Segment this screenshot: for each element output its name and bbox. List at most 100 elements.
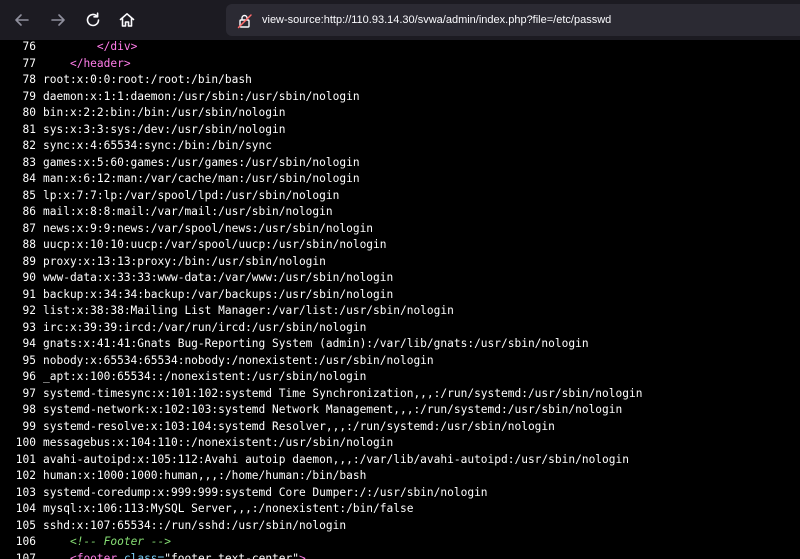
source-line: 89 proxy:x:13:13:proxy:/bin:/usr/sbin/nol… [0, 254, 800, 271]
passwd-entry: systemd-timesync:x:101:102:systemd Time … [43, 386, 643, 400]
source-line: 105 sshd:x:107:65534::/run/sshd:/usr/sbin… [0, 518, 800, 535]
passwd-entry: systemd-resolve:x:103:104:systemd Resolv… [43, 419, 555, 433]
tag-close: > [299, 551, 306, 559]
attr-value: "footer text-center" [164, 551, 299, 559]
tag-name: div [110, 40, 131, 53]
line-number: 76 [22, 40, 36, 53]
source-line: 99 systemd-resolve:x:103:104:systemd Reso… [0, 419, 800, 436]
tag-open: </ [69, 56, 84, 70]
line-number: 79 [22, 89, 36, 103]
source-line: 90 www-data:x:33:33:www-data:/var/www:/us… [0, 270, 800, 287]
forward-button[interactable] [44, 6, 72, 34]
line-number: 107 [15, 551, 36, 559]
source-line: 80 bin:x:2:2:bin:/bin:/usr/sbin/nologin [0, 105, 800, 122]
line-number: 99 [22, 419, 36, 433]
line-number: 96 [22, 370, 36, 383]
home-icon [119, 13, 135, 27]
passwd-entry: messagebus:x:104:110::/nonexistent:/usr/… [43, 436, 394, 449]
line-number: 98 [22, 403, 36, 416]
back-button[interactable] [8, 6, 36, 34]
passwd-entry: gnats:x:41:41:Gnats Bug-Reporting System… [43, 337, 589, 350]
passwd-entry: lp:x:7:7:lp:/var/spool/lpd:/usr/sbin/nol… [43, 188, 340, 202]
line-number: 77 [22, 56, 36, 70]
passwd-entry: proxy:x:13:13:proxy:/bin:/usr/sbin/nolog… [43, 254, 326, 268]
view-source-content: 76 </div> 77 </header> 78 root:x:0:0:root:/… [0, 40, 800, 559]
source-line: 76 </div> [0, 40, 800, 56]
browser-toolbar: view-source:http://110.93.14.30/svwa/adm… [0, 0, 800, 40]
arrow-left-icon [15, 14, 29, 26]
line-number: 92 [22, 304, 36, 317]
html-comment: <!-- Footer --> [69, 535, 171, 548]
source-line: 100 messagebus:x:104:110::/nonexistent:/u… [0, 435, 800, 452]
tag-name: footer [76, 551, 118, 559]
source-line: 92 list:x:38:38:Mailing List Manager:/var… [0, 303, 800, 320]
line-number: 85 [22, 188, 36, 202]
url-bar[interactable]: view-source:http://110.93.14.30/svwa/adm… [226, 4, 800, 36]
passwd-entry: man:x:6:12:man:/var/cache/man:/usr/sbin/… [43, 172, 360, 185]
passwd-entry: news:x:9:9:news:/var/spool/news:/usr/sbi… [43, 221, 374, 235]
line-number: 105 [15, 518, 36, 532]
reload-button[interactable] [79, 6, 107, 34]
passwd-entry: bin:x:2:2:bin:/bin:/usr/sbin/nologin [43, 106, 286, 119]
line-number: 88 [22, 238, 36, 251]
source-line: 86 mail:x:8:8:mail:/var/mail:/usr/sbin/no… [0, 204, 800, 221]
line-number: 103 [15, 485, 36, 499]
line-number: 100 [15, 436, 36, 449]
passwd-entry: nobody:x:65534:65534:nobody:/nonexistent… [43, 353, 434, 367]
source-line: 98 systemd-network:x:102:103:systemd Netw… [0, 402, 800, 419]
tag-open: </ [96, 40, 111, 53]
passwd-entry: human:x:1000:1000:human,,,:/home/human:/… [43, 469, 367, 482]
tag-close: > [123, 56, 131, 70]
passwd-entry: games:x:5:60:games:/usr/games:/usr/sbin/… [43, 155, 360, 169]
passwd-entry: mail:x:8:8:mail:/var/mail:/usr/sbin/nolo… [43, 205, 333, 218]
line-number: 104 [15, 502, 36, 515]
source-line: 83 games:x:5:60:games:/usr/games:/usr/sbi… [0, 155, 800, 172]
passwd-entry: sys:x:3:3:sys:/dev:/usr/sbin/nologin [43, 122, 286, 136]
source-line: 88 uucp:x:10:10:uucp:/var/spool/uucp:/usr… [0, 237, 800, 254]
line-number: 95 [22, 353, 36, 367]
line-number: 97 [22, 386, 36, 400]
insecure-lock-icon[interactable] [236, 12, 254, 30]
source-line: 95 nobody:x:65534:65534:nobody:/nonexiste… [0, 353, 800, 370]
passwd-entry: sshd:x:107:65534::/run/sshd:/usr/sbin/no… [43, 518, 347, 532]
line-number: 78 [22, 73, 36, 86]
arrow-right-icon [51, 14, 65, 26]
passwd-entry: www-data:x:33:33:www-data:/var/www:/usr/… [43, 271, 394, 284]
tag-name: header [83, 56, 124, 70]
line-number: 106 [15, 535, 36, 548]
source-line: 93 irc:x:39:39:ircd:/var/run/ircd:/usr/sb… [0, 320, 800, 337]
passwd-entry: avahi-autoipd:x:105:112:Avahi autoip dae… [43, 452, 629, 466]
source-line: 91 backup:x:34:34:backup:/var/backups:/us… [0, 287, 800, 304]
source-line: 85 lp:x:7:7:lp:/var/spool/lpd:/usr/sbin/n… [0, 188, 800, 205]
source-line: 103 systemd-coredump:x:999:999:systemd Co… [0, 485, 800, 502]
passwd-entry: sync:x:4:65534:sync:/bin:/bin/sync [43, 139, 273, 152]
home-button[interactable] [113, 6, 141, 34]
line-number: 84 [22, 172, 36, 185]
line-number: 91 [22, 287, 36, 301]
passwd-entry: mysql:x:106:113:MySQL Server,,,:/nonexis… [43, 502, 414, 515]
passwd-entry: list:x:38:38:Mailing List Manager:/var/l… [43, 304, 454, 317]
source-line: 87 news:x:9:9:news:/var/spool/news:/usr/s… [0, 221, 800, 238]
source-line: 106 <!-- Footer --> [0, 534, 800, 551]
line-number: 87 [22, 221, 36, 235]
source-line: 96 _apt:x:100:65534::/nonexistent:/usr/sb… [0, 369, 800, 386]
url-text[interactable]: view-source:http://110.93.14.30/svwa/adm… [262, 4, 611, 36]
source-line: 104 mysql:x:106:113:MySQL Server,,,:/none… [0, 501, 800, 518]
line-number: 93 [22, 320, 36, 334]
line-number: 82 [22, 139, 36, 152]
reload-icon [86, 12, 100, 27]
tag-close: > [130, 40, 138, 53]
source-line: 79 daemon:x:1:1:daemon:/usr/sbin:/usr/sbi… [0, 89, 800, 106]
source-line: 107 <footer class="footer text-center"> [0, 551, 800, 559]
passwd-entry: backup:x:34:34:backup:/var/backups:/usr/… [43, 287, 394, 301]
passwd-entry: systemd-network:x:102:103:systemd Networ… [43, 403, 623, 416]
passwd-entry: root:x:0:0:root:/root:/bin/bash [43, 73, 252, 86]
line-number: 89 [22, 254, 36, 268]
source-line: 81 sys:x:3:3:sys:/dev:/usr/sbin/nologin [0, 122, 800, 139]
passwd-entry: irc:x:39:39:ircd:/var/run/ircd:/usr/sbin… [43, 320, 367, 334]
line-number: 86 [22, 205, 36, 218]
